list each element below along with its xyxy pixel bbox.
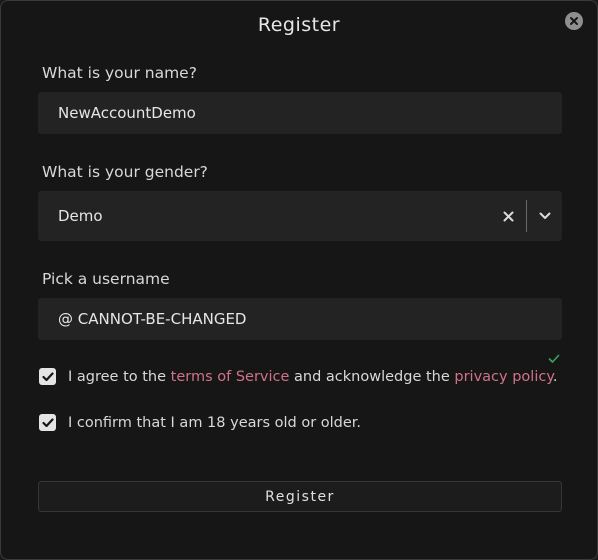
x-icon[interactable] [500,191,516,241]
close-icon [569,16,579,26]
terms-of-service-link[interactable]: terms of Service [171,369,290,385]
privacy-policy-link[interactable]: privacy policy [454,369,552,385]
check-icon [41,417,54,427]
age-checkbox[interactable] [39,414,56,431]
terms-text-after: . [552,368,558,385]
gender-value: Demo [58,207,103,225]
age-row: I confirm that I am 18 years old or olde… [39,414,361,431]
username-input[interactable]: @ CANNOT-BE-CHANGED [38,298,562,340]
checkmark-icon [548,349,560,368]
terms-row: I agree to the terms of Service and ackn… [39,368,557,385]
age-text: I confirm that I am 18 years old or olde… [68,414,362,431]
chevron-down-icon[interactable] [534,191,556,241]
check-icon [41,371,54,381]
name-label: What is your name? [42,64,197,82]
gender-label: What is your gender? [42,163,208,181]
register-dialog: Register What is your name? NewAccountDe… [0,0,598,560]
close-button[interactable] [565,12,583,30]
register-button-label: Register [265,488,335,505]
username-value: @ CANNOT-BE-CHANGED [58,310,247,328]
dialog-title: Register [257,14,341,36]
select-divider [526,200,527,232]
gender-select[interactable]: Demo [38,191,562,241]
register-button[interactable]: Register [38,481,562,512]
terms-text: I agree to the terms of Service and ackn… [68,369,557,385]
name-value: NewAccountDemo [58,104,196,122]
terms-checkbox[interactable] [39,368,56,385]
username-label: Pick a username [42,270,170,288]
terms-text-before: I agree to the [68,368,171,385]
terms-text-middle: and acknowledge the [289,368,455,385]
name-input[interactable]: NewAccountDemo [38,92,562,134]
